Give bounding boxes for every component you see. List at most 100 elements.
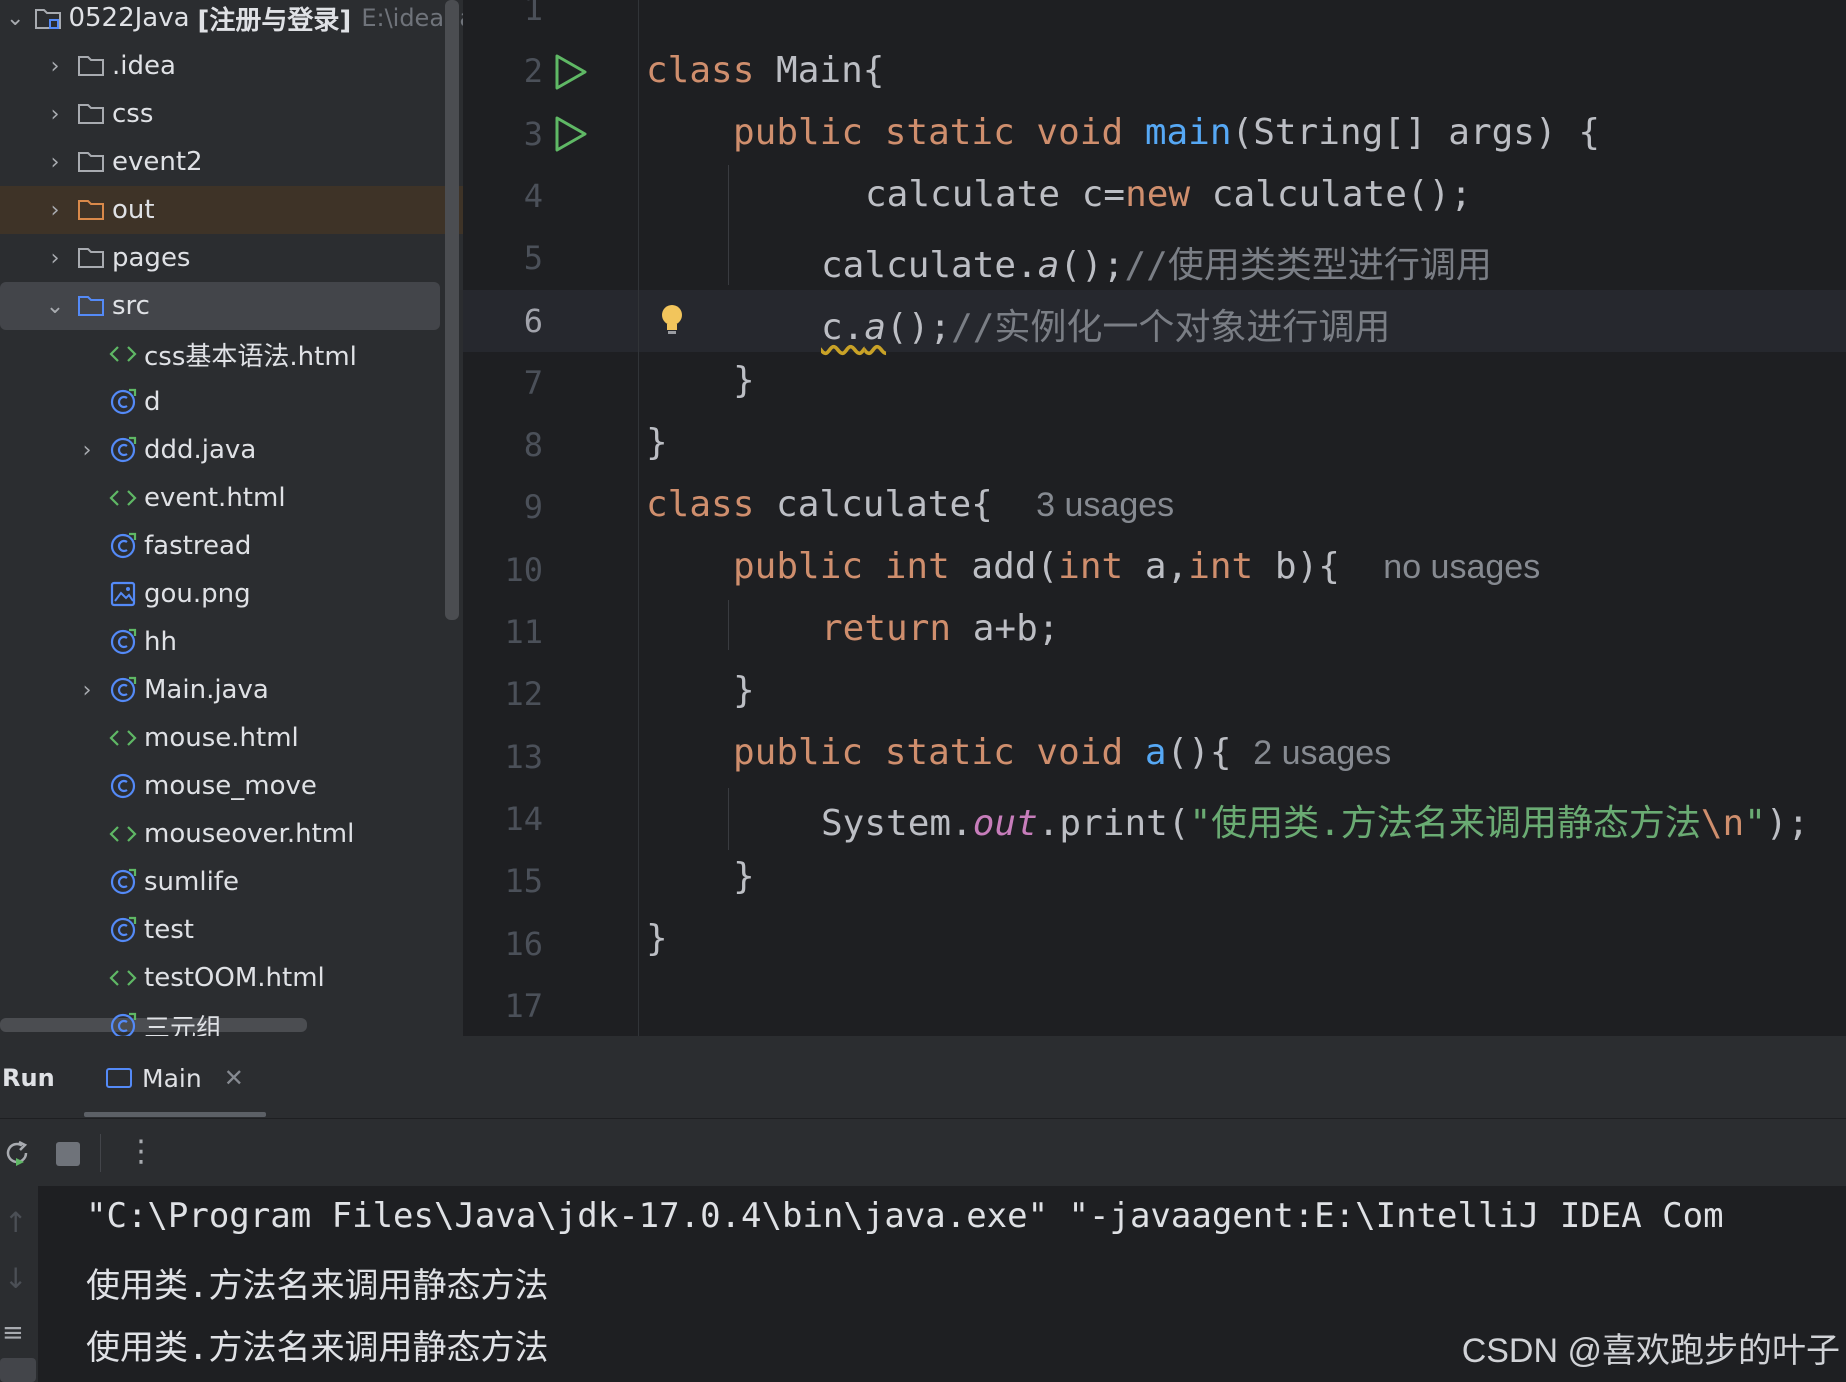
line-number: 3: [523, 114, 543, 153]
tree-item[interactable]: testOOM.html: [0, 954, 463, 1002]
tree-item-label: Main.java: [144, 675, 269, 705]
line-number: 14: [504, 799, 543, 838]
tree-item[interactable]: css基本语法.html: [0, 330, 463, 378]
console-output[interactable]: ↑ ↓ ≡ "C:\Program Files\Java\jdk-17.0.4\…: [0, 1186, 1846, 1382]
tree-item[interactable]: d: [0, 378, 463, 426]
tree-item-label: out: [112, 195, 155, 225]
rerun-icon[interactable]: [2, 1138, 32, 1172]
java-class-icon: [108, 627, 138, 657]
console-line: 使用类.方法名来调用静态方法: [86, 1266, 549, 1306]
project-panel: ⌄ 0522Java [注册与登录] E:\idea-jav › .idea ›…: [0, 0, 463, 1036]
chevron-right-icon[interactable]: ›: [76, 438, 98, 463]
java-class-icon: [108, 675, 138, 705]
line-number: 13: [504, 737, 543, 776]
code-line-3: public static void main(String[] args) {: [733, 112, 1600, 153]
run-title: Run: [2, 1064, 55, 1092]
line-number: 9: [523, 488, 543, 527]
chevron-down-icon[interactable]: ⌄: [6, 6, 24, 31]
code-line-5: calculate.a();//使用类类型进行调用: [821, 245, 1492, 286]
tree-item[interactable]: mouse.html: [0, 714, 463, 762]
code-line-16: }: [646, 918, 668, 959]
console-line: 使用类.方法名来调用静态方法: [86, 1328, 549, 1368]
line-number: 15: [504, 862, 543, 901]
scroll-down-icon[interactable]: ↓: [4, 1262, 27, 1295]
project-root-tag: [注册与登录]: [197, 5, 352, 36]
folder-icon: [76, 243, 106, 273]
more-options-icon[interactable]: ⋮: [126, 1134, 156, 1169]
tree-item[interactable]: sumlife: [0, 858, 463, 906]
tree-item-label: src: [112, 291, 150, 321]
run-tab-main[interactable]: Main ✕: [106, 1060, 244, 1096]
code-line-11: return a+b;: [821, 608, 1060, 649]
code-line-7: }: [733, 360, 755, 401]
folder-blue-icon: [76, 291, 106, 321]
tree-item-pages[interactable]: › pages: [0, 234, 463, 282]
chevron-right-icon[interactable]: ›: [44, 198, 66, 223]
tree-item-idea[interactable]: › .idea: [0, 42, 463, 90]
line-number: 7: [523, 363, 543, 402]
console-side-toolbar: ↑ ↓ ≡: [0, 1186, 38, 1382]
tree-item[interactable]: hh: [0, 618, 463, 666]
tree-item-label: event2: [112, 147, 203, 177]
tree-item-label: gou.png: [144, 579, 251, 609]
java-class-icon: [108, 1011, 138, 1036]
run-gutter-icon[interactable]: [553, 114, 589, 154]
line-number: 5: [523, 239, 543, 278]
tree-item-out[interactable]: › out: [0, 186, 463, 234]
java-class-icon: [108, 915, 138, 945]
tree-item[interactable]: mouse_move: [0, 762, 463, 810]
chevron-right-icon[interactable]: ›: [44, 54, 66, 79]
line-number: 11: [504, 613, 543, 651]
project-root[interactable]: ⌄ 0522Java [注册与登录] E:\idea-jav: [0, 0, 463, 42]
line-number: 6: [523, 301, 543, 340]
tree-item-css[interactable]: › css: [0, 90, 463, 138]
java-class-icon: [108, 435, 138, 465]
intention-lightbulb-icon[interactable]: [658, 302, 686, 338]
line-number: 1: [523, 0, 543, 28]
tree-item-label: 三元组: [144, 1013, 223, 1037]
tree-item-label: event.html: [144, 483, 286, 513]
folder-orange-icon: [76, 195, 106, 225]
run-gutter-icon[interactable]: [553, 52, 589, 92]
tree-item-event2[interactable]: › event2: [0, 138, 463, 186]
usages-hint: no usages: [1383, 548, 1541, 586]
line-number: 2: [523, 52, 543, 91]
tree-item-label: test: [144, 915, 194, 945]
console-line: "C:\Program Files\Java\jdk-17.0.4\bin\ja…: [86, 1196, 1724, 1236]
scroll-to-end-icon[interactable]: [0, 1358, 36, 1382]
tree-item[interactable]: 三元组: [0, 1002, 463, 1036]
chevron-down-icon[interactable]: ⌄: [44, 294, 66, 319]
run-header: Run Main ✕: [0, 1036, 1846, 1117]
close-icon[interactable]: ✕: [224, 1064, 244, 1092]
chevron-right-icon[interactable]: ›: [44, 102, 66, 127]
soft-wrap-icon[interactable]: ≡: [2, 1318, 24, 1348]
tree-item[interactable]: › ddd.java: [0, 426, 463, 474]
java-class-icon: [108, 531, 138, 561]
html-icon: [108, 483, 138, 513]
code-editor[interactable]: class Main{ public static void main(Stri…: [463, 0, 1846, 1036]
tree-item-src[interactable]: ⌄ src: [0, 282, 440, 330]
tree-item[interactable]: event.html: [0, 474, 463, 522]
chevron-right-icon[interactable]: ›: [76, 678, 98, 703]
tree-item-label: css: [112, 99, 154, 129]
project-root-name: 0522Java: [68, 3, 190, 33]
stop-icon[interactable]: [56, 1142, 80, 1166]
scroll-up-icon[interactable]: ↑: [4, 1206, 27, 1239]
html-icon: [108, 819, 138, 849]
tree-item[interactable]: mouseover.html: [0, 810, 463, 858]
tree-item[interactable]: gou.png: [0, 570, 463, 618]
tree-item[interactable]: test: [0, 906, 463, 954]
tree-item-label: css基本语法.html: [144, 341, 357, 372]
html-icon: [108, 723, 138, 753]
chevron-right-icon[interactable]: ›: [44, 150, 66, 175]
tree-item[interactable]: › Main.java: [0, 666, 463, 714]
chevron-right-icon[interactable]: ›: [44, 246, 66, 271]
tree-item[interactable]: fastread: [0, 522, 463, 570]
